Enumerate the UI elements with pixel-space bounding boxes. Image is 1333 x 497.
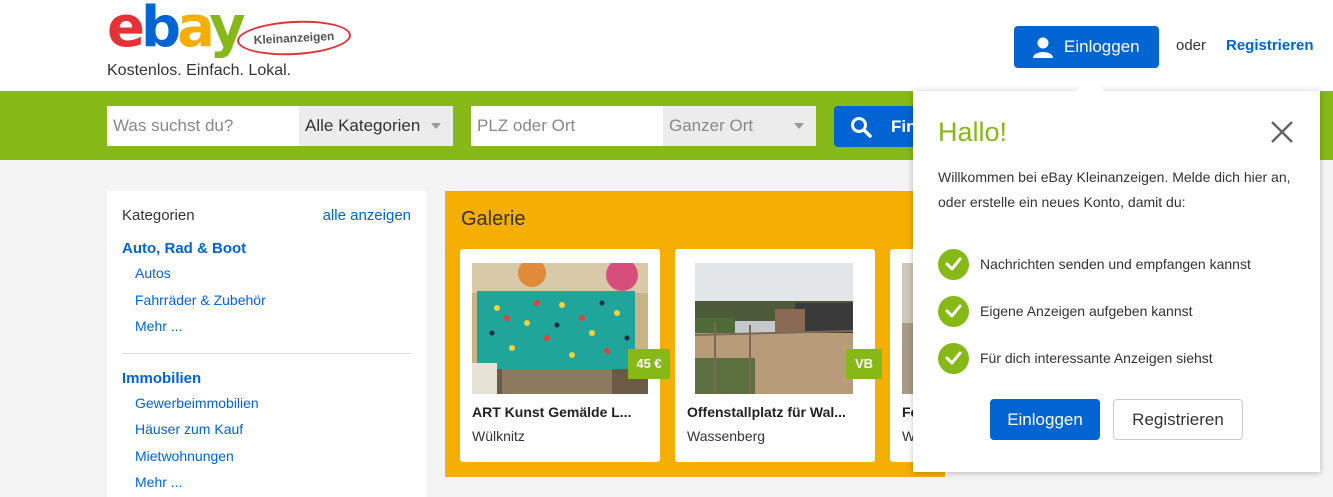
category-item-more[interactable]: Mehr ...	[135, 318, 182, 334]
header-login-button[interactable]: Einloggen	[1014, 26, 1159, 68]
page: ebay Kleinanzeigen Kostenlos. Einfach. L…	[0, 0, 1333, 497]
ebay-logo-word: ebay	[107, 0, 246, 60]
listing-image	[695, 263, 853, 394]
price-badge: 45 €	[628, 349, 670, 379]
popover-caret	[1076, 76, 1104, 91]
price-badge: VB	[846, 349, 882, 379]
gallery-card[interactable]: 45 € ART Kunst Gemälde L... Wülknitz	[460, 249, 670, 462]
gallery-title: Galerie	[461, 208, 526, 230]
gallery-card[interactable]: VB Offenstallplatz für Wal... Wassenberg	[675, 249, 882, 462]
location-input[interactable]: PLZ oder Ort	[471, 106, 663, 146]
chevron-down-icon	[794, 123, 804, 129]
or-label: oder	[1176, 37, 1207, 54]
gallery: Galerie 45 € ART Kunst Gemälde L... Wülk…	[445, 191, 1090, 477]
user-icon	[1033, 37, 1053, 58]
popover-text: Willkommen bei eBay Kleinanzeigen. Melde…	[938, 169, 1291, 210]
check-icon	[938, 343, 969, 374]
check-icon	[938, 296, 969, 327]
category-select[interactable]: Alle Kategorien	[299, 106, 453, 146]
category-item-more[interactable]: Mehr ...	[135, 474, 182, 490]
benefit-text: Für dich interessante Anzeigen siehst	[980, 350, 1213, 366]
listing-location: Wülknitz	[472, 428, 525, 444]
category-item-gewerbeimmobilien[interactable]: Gewerbeimmobilien	[135, 395, 259, 411]
tagline: Kostenlos. Einfach. Lokal.	[107, 62, 292, 79]
search-icon	[851, 117, 872, 138]
radius-select[interactable]: Ganzer Ort	[663, 106, 816, 146]
check-icon	[938, 249, 969, 280]
header-register-link[interactable]: Registrieren	[1226, 37, 1314, 54]
categories-title: Kategorien	[122, 207, 195, 224]
kleinanzeigen-badge: Kleinanzeigen	[236, 18, 352, 58]
category-heading-immobilien[interactable]: Immobilien	[122, 370, 201, 387]
category-item-fahrraeder[interactable]: Fahrräder & Zubehör	[135, 292, 266, 308]
category-select-value: Alle Kategorien	[305, 116, 421, 135]
radius-select-value: Ganzer Ort	[669, 116, 754, 135]
header: ebay Kleinanzeigen Kostenlos. Einfach. L…	[0, 0, 1333, 91]
category-item-autos[interactable]: Autos	[135, 265, 171, 281]
categories-show-all-link[interactable]: alle anzeigen	[323, 207, 411, 224]
search-input[interactable]: Was suchst du?	[107, 106, 299, 146]
benefit-text: Eigene Anzeigen aufgeben kannst	[980, 303, 1193, 319]
listing-location: Wassenberg	[687, 428, 766, 444]
categories-panel: Kategorien alle anzeigen Auto, Rad & Boo…	[107, 191, 426, 497]
benefit-text: Nachrichten senden und empfangen kannst	[980, 256, 1251, 272]
header-login-label: Einloggen	[1064, 37, 1140, 56]
category-item-mietwohnungen[interactable]: Mietwohnungen	[135, 448, 234, 464]
chevron-down-icon	[431, 123, 441, 129]
divider	[122, 353, 411, 354]
popover-register-button[interactable]: Registrieren	[1113, 399, 1243, 440]
close-icon[interactable]	[1268, 118, 1296, 146]
listing-image	[472, 263, 648, 394]
popover-title: Hallo!	[938, 117, 1008, 147]
listing-title[interactable]: Offenstallplatz für Wal...	[687, 404, 867, 420]
ebay-kleinanzeigen-logo[interactable]: ebay Kleinanzeigen	[107, 0, 357, 60]
listing-title[interactable]: ART Kunst Gemälde L...	[472, 404, 652, 420]
popover-login-button[interactable]: Einloggen	[990, 399, 1100, 440]
login-popover: Hallo! Willkommen bei eBay Kleinanzeigen…	[913, 91, 1320, 472]
category-heading-auto-rad-boot[interactable]: Auto, Rad & Boot	[122, 240, 246, 257]
category-item-haeuser-kauf[interactable]: Häuser zum Kauf	[135, 421, 243, 437]
